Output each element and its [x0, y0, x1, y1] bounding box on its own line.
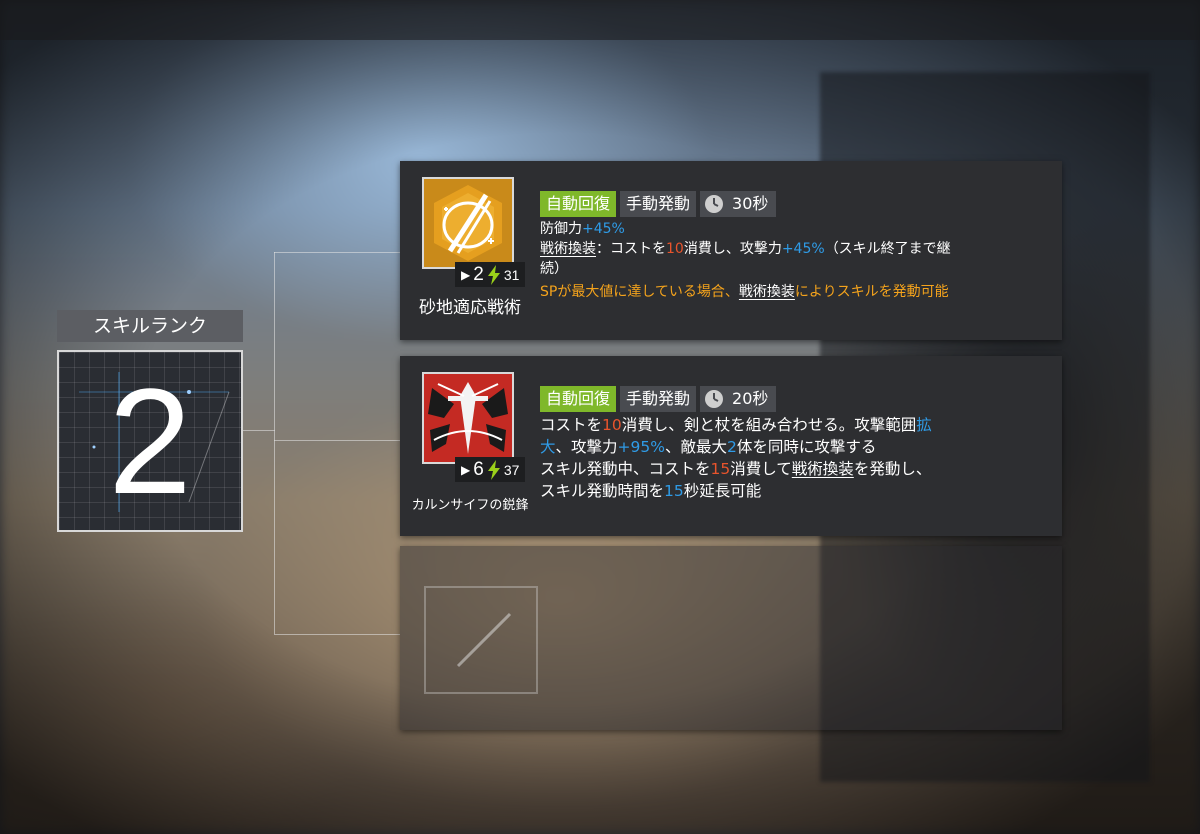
- desc-value: +45%: [781, 241, 825, 257]
- skill-card-3-empty: [400, 546, 1062, 730]
- clock-icon: [705, 390, 724, 408]
- desc-keyword[interactable]: 戦術換装: [540, 241, 596, 257]
- desc-value: 10: [666, 241, 684, 257]
- desc-value: 拡: [916, 416, 932, 434]
- duration-text: 30秒: [732, 194, 769, 213]
- desc-line: 続）: [540, 259, 1050, 279]
- desc-text: ：コストを: [596, 241, 666, 257]
- desc-text: コストを: [540, 416, 603, 434]
- desc-line: スキル発動時間を15秒延長可能: [540, 480, 1055, 502]
- skill-name-1: 砂地適応戦術: [419, 298, 521, 318]
- crossed-swords-icon: [434, 185, 502, 261]
- desc-line: 防御力+45%: [540, 219, 1050, 239]
- connector-line: [274, 440, 400, 441]
- skill-sp-cost: 37: [503, 461, 520, 478]
- tag-auto-recovery: 自動回復: [540, 191, 617, 217]
- tag-manual-activation: 手動発動: [620, 386, 697, 412]
- skill-level-badge-1: ▶ 2 31: [455, 262, 526, 287]
- top-bar-blurred: [0, 0, 1200, 40]
- skill-description-2: コストを10消費し、剣と杖を組み合わせる。攻撃範囲拡 大、攻撃力+95%、敵最大…: [540, 414, 1055, 502]
- tag-auto-recovery: 自動回復: [540, 386, 617, 412]
- skill-rank-title: スキルランク: [57, 310, 243, 342]
- desc-line: 戦術換装：コストを10消費し、攻撃力+45%（スキル終了まで継: [540, 239, 1050, 259]
- skill-level: 6: [473, 458, 484, 480]
- empty-slot-slash-icon: [456, 612, 512, 668]
- sp-bolt-icon: [487, 264, 500, 285]
- level-arrow-icon: ▶: [461, 462, 471, 477]
- connector-line: [274, 252, 400, 253]
- tag-duration: 30秒: [700, 191, 777, 217]
- level-arrow-icon: ▶: [461, 267, 471, 282]
- desc-line: コストを10消費し、剣と杖を組み合わせる。攻撃範囲拡: [540, 414, 1055, 436]
- tag-duration: 20秒: [700, 386, 777, 412]
- desc-text: 防御力: [540, 221, 582, 237]
- skill-level-badge-2: ▶ 6 37: [455, 457, 526, 482]
- desc-text: 消費して: [730, 460, 792, 478]
- desc-value: +95%: [617, 438, 665, 456]
- desc-text: によりスキルを発動可能: [794, 284, 949, 300]
- skill-rank-display: 2: [57, 350, 243, 532]
- skill-rank-number: 2: [108, 357, 192, 525]
- desc-value: 10: [602, 416, 622, 434]
- desc-text: 消費し、剣と杖を組み合わせる。攻撃範囲: [621, 416, 917, 434]
- desc-value: 2: [727, 438, 737, 456]
- skill-level: 2: [473, 263, 484, 285]
- skill-tags-1: 自動回復 手動発動 30秒: [540, 191, 777, 217]
- skill-name-2: カルンサイフの鋭鋒: [411, 498, 529, 513]
- skill-card-1[interactable]: ▶ 2 31 砂地適応戦術 自動回復 手動発動 30秒 防御力+45% 戦術換装…: [400, 161, 1062, 340]
- desc-line: スキル発動中、コストを15消費して戦術換装を発動し、: [540, 458, 1055, 480]
- desc-text: 、敵最大: [664, 438, 727, 456]
- desc-line: SPが最大値に達している場合、戦術換装によりスキルを発動可能: [540, 282, 1050, 302]
- desc-keyword[interactable]: 戦術換装: [739, 284, 795, 300]
- sp-bolt-icon: [487, 459, 500, 480]
- desc-value: 大: [540, 438, 556, 456]
- desc-text: スキル発動時間を: [540, 482, 665, 500]
- connector-line: [243, 430, 275, 431]
- desc-text: を発動し、: [853, 460, 932, 478]
- sword-crest-icon: [424, 374, 512, 462]
- desc-text: 、攻撃力: [555, 438, 618, 456]
- clock-icon: [705, 195, 724, 213]
- desc-text: （スキル終了まで継: [824, 241, 951, 257]
- skill-description-1: 防御力+45% 戦術換装：コストを10消費し、攻撃力+45%（スキル終了まで継 …: [540, 219, 1050, 302]
- skill-icon-1: [422, 177, 514, 269]
- desc-value: +45%: [582, 221, 625, 237]
- desc-text: スキル発動中、コストを: [540, 460, 711, 478]
- skill-sp-cost: 31: [503, 266, 520, 283]
- skill-tags-2: 自動回復 手動発動 20秒: [540, 386, 777, 412]
- desc-value: 15: [664, 482, 684, 500]
- desc-text: 消費し、攻撃力: [683, 241, 782, 257]
- skill-card-2[interactable]: ▶ 6 37 カルンサイフの鋭鋒 自動回復 手動発動 20秒 コストを10消費し…: [400, 356, 1062, 536]
- desc-text: 続）: [540, 261, 568, 277]
- desc-value: 15: [710, 460, 731, 478]
- desc-text: 体を同時に攻撃する: [736, 438, 877, 456]
- desc-text: SPが最大値に達している場合、: [540, 284, 739, 300]
- connector-line: [274, 252, 275, 634]
- desc-keyword[interactable]: 戦術換装: [792, 460, 854, 478]
- desc-text: 秒延長可能: [683, 482, 762, 500]
- tag-manual-activation: 手動発動: [620, 191, 697, 217]
- desc-line: 大、攻撃力+95%、敵最大2体を同時に攻撃する: [540, 436, 1055, 458]
- skill-icon-2: [422, 372, 514, 464]
- connector-line: [274, 634, 400, 635]
- empty-skill-slot: [424, 586, 538, 694]
- duration-text: 20秒: [732, 389, 769, 408]
